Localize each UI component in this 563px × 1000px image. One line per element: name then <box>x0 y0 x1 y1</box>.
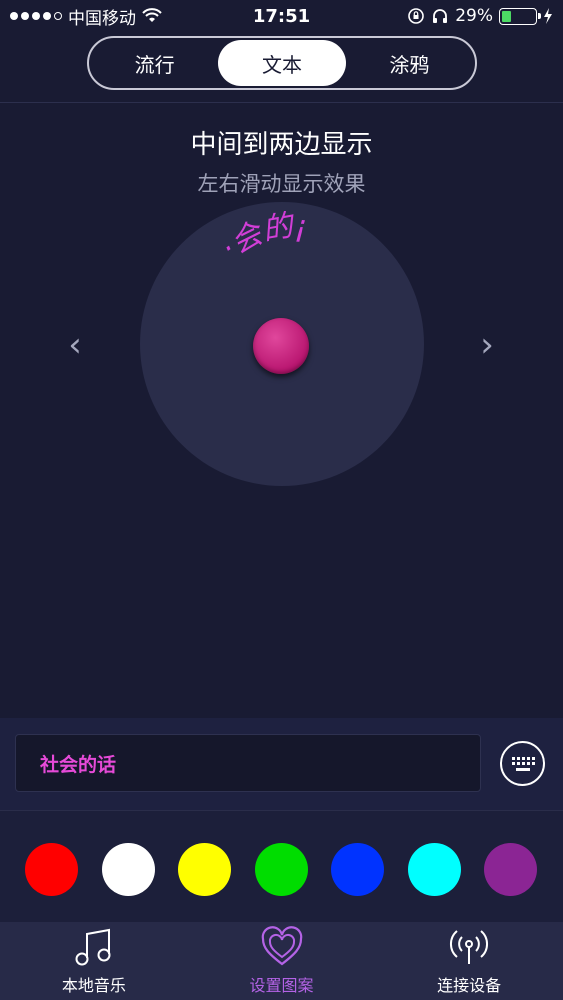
tab-text[interactable]: 文本 <box>218 40 346 86</box>
color-swatch[interactable] <box>178 843 231 896</box>
next-effect-arrow[interactable]: › <box>472 325 502 365</box>
wifi-icon <box>142 8 162 22</box>
tab-local-music-label: 本地音乐 <box>61 976 126 995</box>
message-text-value: 社会的话 <box>40 753 117 776</box>
tab-text-label: 文本 <box>261 52 302 77</box>
svg-text:·会的¡: ·会的¡ <box>222 210 308 266</box>
status-left: 中国移动 <box>10 4 162 29</box>
heart-pattern-icon <box>261 926 302 966</box>
color-swatch[interactable] <box>407 843 461 896</box>
tab-connect-device[interactable]: 连接设备 <box>375 922 563 1000</box>
status-right: 29% <box>407 6 553 26</box>
message-text-field[interactable]: 社会的话 <box>15 734 481 792</box>
color-swatch[interactable] <box>331 843 384 896</box>
tab-popular-label: 流行 <box>134 52 175 77</box>
color-swatch[interactable] <box>484 843 537 896</box>
effect-title: 中间到两边显示 <box>190 130 373 160</box>
charging-bolt-icon <box>544 8 552 24</box>
music-note-icon <box>75 928 111 966</box>
header-divider <box>0 102 563 103</box>
tab-popular[interactable]: 流行 <box>91 40 218 86</box>
color-swatch[interactable] <box>254 843 308 896</box>
center-rotor-dot <box>253 318 309 374</box>
tab-graffiti[interactable]: 涂鸦 <box>346 40 473 86</box>
clock: 17:51 <box>252 5 311 27</box>
tab-local-music[interactable]: 本地音乐 <box>0 922 188 1000</box>
preview-arc-text: ·会的¡ <box>222 210 308 266</box>
preview-text: ·会的¡ <box>222 210 308 266</box>
broadcast-icon <box>450 930 489 964</box>
headphones-icon <box>433 9 448 23</box>
carrier-name: 中国移动 <box>68 8 136 29</box>
tab-set-pattern-label: 设置图案 <box>249 976 314 995</box>
color-swatch[interactable] <box>25 843 78 896</box>
signal-strength-icon <box>10 12 62 20</box>
previous-effect-arrow[interactable]: ‹ <box>60 325 90 365</box>
mode-segmented-control: 流行 文本 涂鸦 <box>87 36 477 90</box>
tab-set-pattern[interactable]: 设置图案 <box>188 922 376 1000</box>
effect-subtitle: 左右滑动显示效果 <box>197 172 366 196</box>
tab-connect-device-label: 连接设备 <box>437 976 502 995</box>
battery-icon <box>499 7 541 25</box>
bottom-tab-bar: 本地音乐 设置图案 连接设备 <box>0 922 563 1000</box>
keyboard-icon <box>511 756 535 771</box>
battery-fill <box>502 10 512 22</box>
keyboard-button[interactable] <box>500 741 545 786</box>
color-swatch[interactable] <box>101 843 155 896</box>
battery-percent: 29% <box>455 6 493 26</box>
orientation-lock-icon <box>408 8 425 24</box>
tab-graffiti-label: 涂鸦 <box>389 52 430 77</box>
status-bar: 中国移动 17:51 29% <box>0 0 563 32</box>
